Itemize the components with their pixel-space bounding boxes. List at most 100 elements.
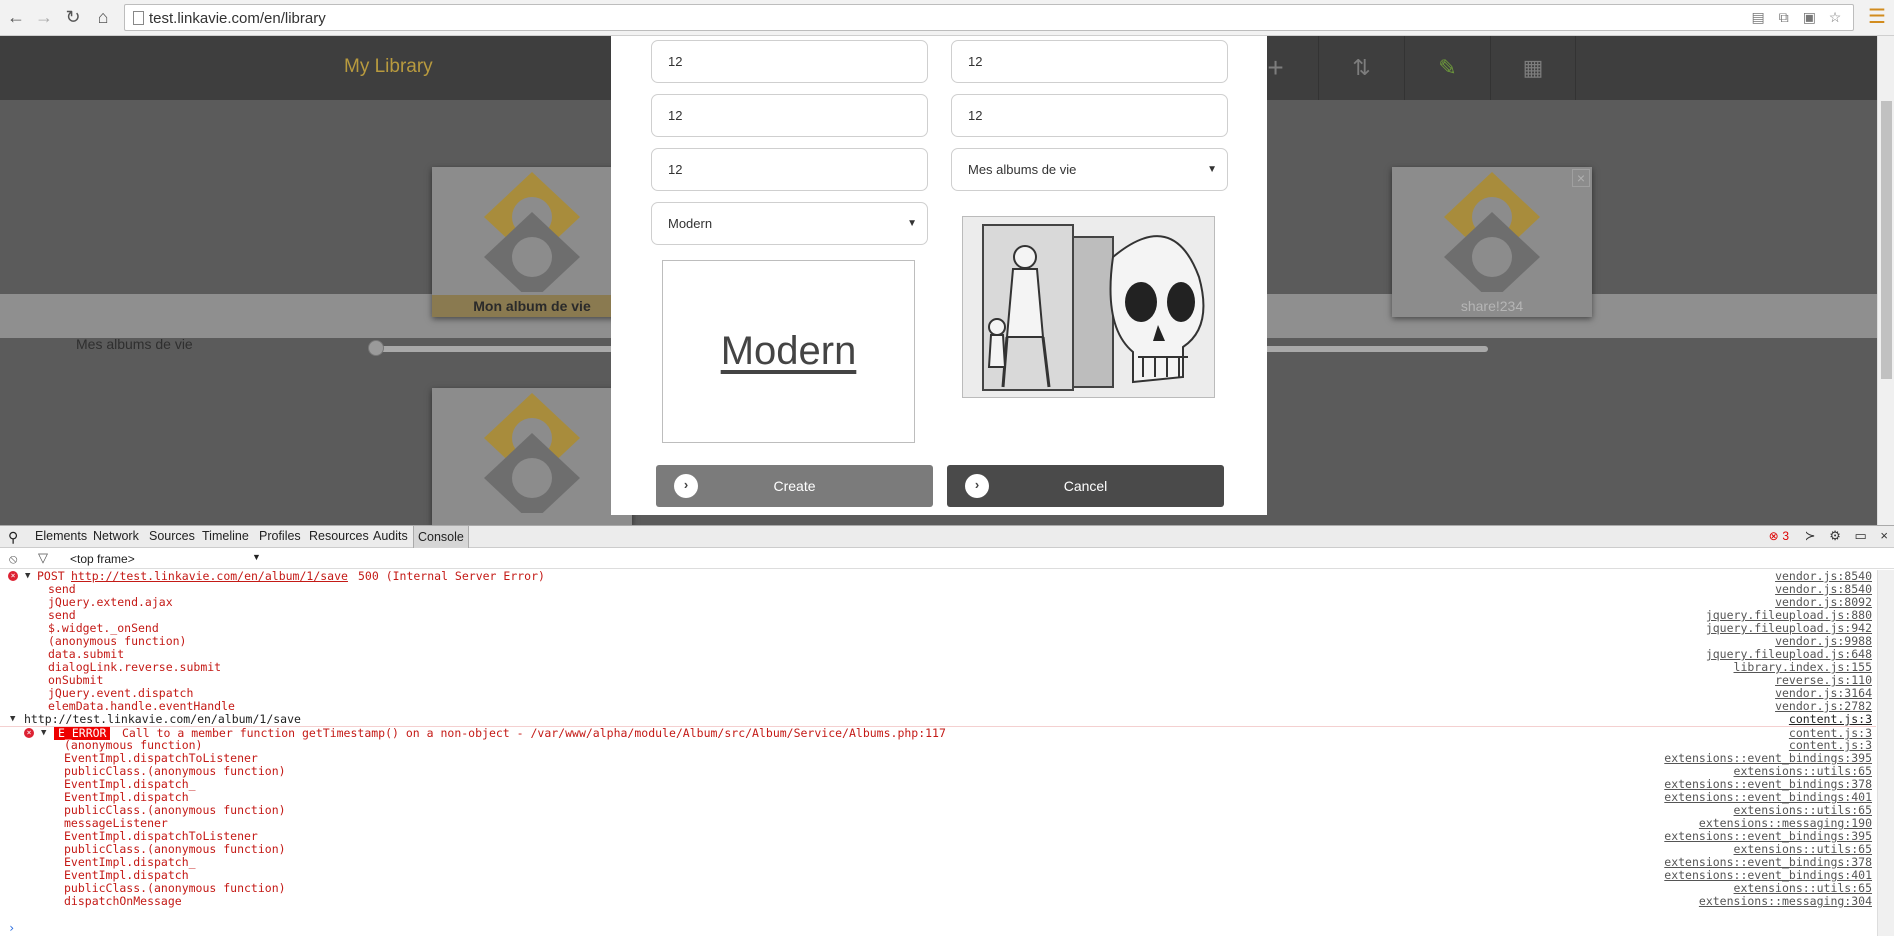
stack-source-link[interactable]: extensions::messaging:304	[1699, 895, 1872, 908]
reload-icon[interactable]: ↻	[62, 6, 84, 28]
back-icon[interactable]: ←	[5, 6, 27, 28]
search-icon[interactable]: ⚲	[8, 529, 18, 546]
chevron-right-icon: ›	[674, 474, 698, 498]
stack-frame-row: send jquery.fileupload.js:880	[0, 609, 1876, 622]
shelf-scroll-handle[interactable]	[368, 340, 384, 356]
forward-icon[interactable]: →	[33, 6, 55, 28]
frame-select[interactable]: <top frame>	[70, 552, 135, 566]
sort-icon[interactable]: ⇅	[1318, 36, 1404, 100]
error-count-icon[interactable]: ⊗	[1769, 529, 1779, 543]
album-card[interactable]	[432, 388, 632, 525]
style-preview-text: Modern	[720, 329, 857, 373]
tab-elements[interactable]: Elements	[35, 529, 87, 543]
tab-profiles[interactable]: Profiles	[259, 529, 301, 543]
stack-frame-row: data.submit jquery.fileupload.js:648	[0, 648, 1876, 661]
expand-triangle-icon[interactable]: ▼	[25, 570, 30, 583]
home-icon[interactable]: ⌂	[92, 6, 114, 28]
album-logo-icon	[484, 172, 580, 292]
album-card[interactable]: × share!234	[1392, 167, 1592, 317]
error-icon: ×	[24, 728, 34, 738]
field-3[interactable]: 12	[651, 94, 928, 137]
style-select[interactable]: Modern ▼	[651, 202, 928, 245]
url-text: test.linkavie.com/en/library	[149, 10, 326, 27]
console-prompt[interactable]: ›	[8, 921, 15, 935]
field-2[interactable]: 12	[951, 40, 1228, 83]
browser-menu-icon[interactable]: ☰	[1866, 6, 1888, 28]
stack-frame-row: onSubmit reverse.js:110	[0, 674, 1876, 687]
console-scrollbar[interactable]	[1877, 570, 1894, 936]
cover-image[interactable]	[962, 216, 1215, 398]
shelf-label: Mes albums de vie	[76, 336, 193, 352]
cartoon-skull-illustration	[963, 217, 1214, 397]
error-status: 500 (Internal Server Error)	[358, 570, 545, 583]
remove-album-icon[interactable]: ×	[1572, 169, 1590, 187]
page-icon	[133, 11, 144, 25]
stack-frame-row: send vendor.js:8540	[0, 583, 1876, 596]
create-button[interactable]: › Create	[656, 465, 933, 507]
category-select-value: Mes albums de vie	[968, 162, 1077, 177]
error-url[interactable]: http://test.linkavie.com/en/album/1/save	[71, 570, 348, 583]
console-error-row: × ▼ E_ERROR Call to a member function getTi…	[0, 726, 1876, 740]
create-album-dialog: 12 12 12 12 12 Mes albums de vie ▼ Moder…	[611, 36, 1267, 515]
stack-frame-row: dialogLink.reverse.submit library.index.j…	[0, 661, 1876, 674]
chevron-down-icon: ▼	[907, 218, 917, 229]
console-group-row: ▼ http://test.linkavie.com/en/album/1/sav…	[0, 713, 1876, 726]
tab-network[interactable]: Network	[93, 529, 139, 543]
calendar-icon[interactable]: ▦	[1490, 36, 1576, 100]
group-url: http://test.linkavie.com/en/album/1/save	[24, 712, 301, 726]
bookmark-star-icon[interactable]: ☆	[1827, 9, 1843, 25]
console-drawer-icon[interactable]: ≻	[1805, 528, 1816, 543]
console-error-row: × ▼ POST http://test.linkavie.com/en/album/…	[0, 570, 1876, 583]
stack-function: dispatchOnMessage	[64, 894, 182, 908]
tab-audits[interactable]: Audits	[373, 529, 408, 543]
error-count[interactable]: 3	[1782, 529, 1789, 543]
expand-triangle-icon[interactable]: ▼	[10, 713, 15, 726]
edit-icon[interactable]: ✎	[1404, 36, 1490, 100]
stack-frame-row: EventImpl.dispatch_ extensions::event_bin…	[0, 778, 1876, 791]
chevron-down-icon: ▼	[1207, 164, 1217, 175]
translate-icon[interactable]: ⧉	[1776, 9, 1792, 25]
tab-console[interactable]: Console	[413, 526, 469, 548]
field-1[interactable]: 12	[651, 40, 928, 83]
error-icon: ×	[8, 571, 18, 581]
chevron-down-icon[interactable]: ▼	[252, 552, 261, 562]
tab-resources[interactable]: Resources	[309, 529, 369, 543]
cancel-button[interactable]: › Cancel	[947, 465, 1224, 507]
field-5[interactable]: 12	[651, 148, 928, 191]
album-card[interactable]: Mon album de vie	[432, 167, 632, 317]
stack-frame-row: jQuery.extend.ajax vendor.js:8092	[0, 596, 1876, 609]
album-logo-icon	[484, 393, 580, 513]
stack-frame-row: publicClass.(anonymous function) extensio…	[0, 765, 1876, 778]
console-output: × ▼ POST http://test.linkavie.com/en/album/…	[0, 570, 1876, 936]
style-select-value: Modern	[668, 216, 713, 231]
devtools-tabbar: ⚲ Elements Network Sources Timeline Prof…	[0, 526, 1894, 548]
group-source-link[interactable]: content.js:3	[1789, 713, 1872, 726]
console-toolbar: ⦸ ▽ <top frame> ▼	[0, 548, 1894, 569]
stack-frame-row: (anonymous function) vendor.js:9988	[0, 635, 1876, 648]
filter-icon[interactable]: ▽	[38, 550, 48, 566]
tab-timeline[interactable]: Timeline	[202, 529, 249, 543]
create-label: Create	[773, 478, 816, 494]
page-scrollbar[interactable]	[1877, 36, 1894, 525]
field-4[interactable]: 12	[951, 94, 1228, 137]
dock-icon[interactable]: ▭	[1854, 528, 1866, 543]
stack-frame-row: publicClass.(anonymous function) extensio…	[0, 804, 1876, 817]
settings-gear-icon[interactable]: ⚙	[1829, 528, 1841, 543]
category-select[interactable]: Mes albums de vie ▼	[951, 148, 1228, 191]
close-icon[interactable]: ×	[1880, 528, 1888, 543]
page-title: My Library	[344, 56, 433, 77]
browser-toolbar: ← → ↻ ⌂ test.linkavie.com/en/library ▤ ⧉…	[0, 0, 1894, 36]
stack-frame-row: dispatchOnMessage extensions::messaging:3…	[0, 895, 1876, 908]
extension-icon[interactable]: ▤	[1750, 9, 1766, 25]
clear-console-icon[interactable]: ⦸	[9, 551, 17, 567]
stack-frame-row: publicClass.(anonymous function) extensio…	[0, 843, 1876, 856]
cast-icon[interactable]: ▣	[1801, 9, 1817, 25]
stack-frame-row: EventImpl.dispatch_ extensions::event_bin…	[0, 856, 1876, 869]
address-bar[interactable]: test.linkavie.com/en/library ▤ ⧉ ▣ ☆	[124, 4, 1854, 31]
stack-frame-row: $.widget._onSend jquery.fileupload.js:942	[0, 622, 1876, 635]
tab-sources[interactable]: Sources	[149, 529, 195, 543]
stack-frame-row: publicClass.(anonymous function) extensio…	[0, 882, 1876, 895]
chevron-right-icon: ›	[965, 474, 989, 498]
devtools-panel: ⚲ Elements Network Sources Timeline Prof…	[0, 525, 1894, 936]
stack-frame-row: messageListener extensions::messaging:190	[0, 817, 1876, 830]
